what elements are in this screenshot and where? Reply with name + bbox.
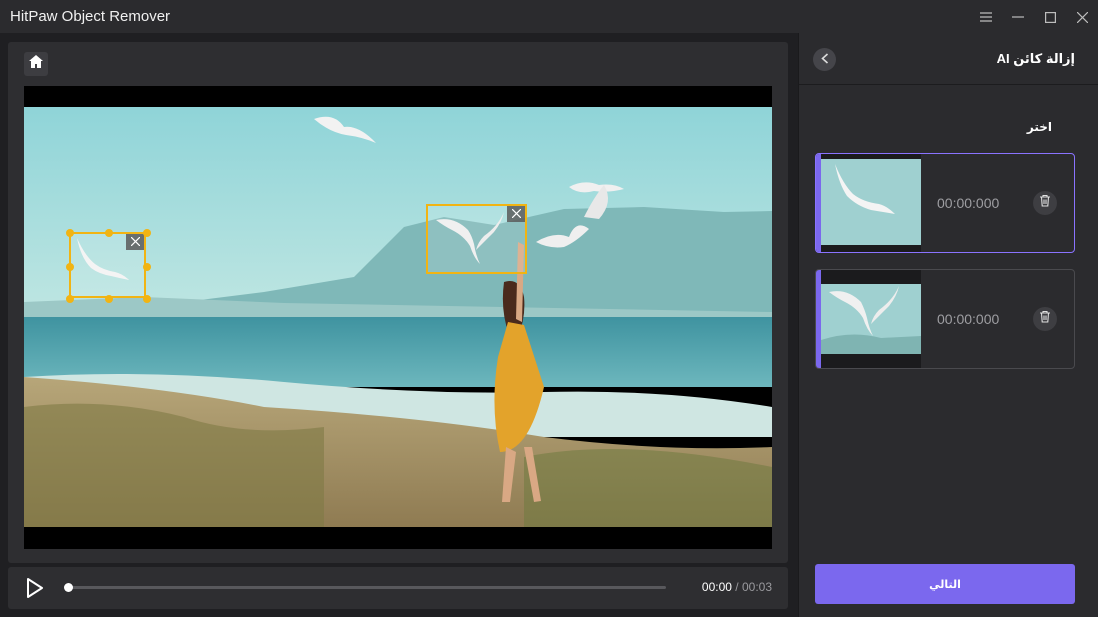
title-bar: HitPaw Object Remover — [0, 0, 1098, 33]
panel-header: إزالة كائن AI — [799, 33, 1098, 85]
duration: 00:03 — [741, 580, 772, 594]
current-time: 00:00 — [701, 580, 732, 594]
play-button[interactable] — [26, 578, 46, 598]
panel-title: إزالة كائن AI — [996, 51, 1075, 66]
resize-handle[interactable] — [66, 263, 74, 271]
progress-track[interactable] — [68, 586, 666, 589]
delete-button[interactable] — [1033, 191, 1057, 215]
item-timecode: 00:00:000 — [937, 311, 1000, 327]
play-icon — [26, 578, 44, 602]
resize-handle[interactable] — [143, 229, 151, 237]
object-item-2[interactable]: 00:00:000 — [815, 269, 1075, 369]
resize-handle[interactable] — [105, 295, 113, 303]
home-icon — [29, 55, 43, 73]
minimize-icon[interactable] — [1007, 6, 1029, 28]
next-button[interactable]: التالي — [815, 564, 1075, 604]
resize-handle[interactable] — [143, 263, 151, 271]
object-thumbnail — [821, 154, 921, 252]
playback-bar: 00:00 / 00:03 — [8, 567, 788, 609]
maximize-icon[interactable] — [1039, 6, 1061, 28]
object-item-1[interactable]: 00:00:000 — [815, 153, 1075, 253]
resize-handle[interactable] — [105, 229, 113, 237]
resize-handle[interactable] — [143, 295, 151, 303]
progress-handle[interactable] — [64, 583, 73, 592]
selection-box-2[interactable] — [426, 204, 527, 274]
close-icon[interactable] — [1071, 6, 1093, 28]
select-label: اختر — [1026, 120, 1052, 134]
trash-icon — [1039, 310, 1051, 328]
seagull-image — [77, 238, 129, 280]
chevron-left-icon — [820, 51, 829, 69]
trash-icon — [1039, 194, 1051, 212]
selection-box-1[interactable] — [66, 229, 151, 303]
time-separator: / — [735, 580, 739, 594]
menu-icon[interactable] — [975, 6, 997, 28]
resize-handle[interactable] — [66, 295, 74, 303]
time-display: 00:00 / 00:03 — [702, 580, 772, 594]
back-button[interactable] — [813, 48, 836, 71]
seagull-image — [436, 212, 504, 264]
resize-handle[interactable] — [66, 229, 74, 237]
app-title: HitPaw Object Remover — [10, 8, 171, 25]
home-button[interactable] — [24, 52, 48, 76]
object-thumbnail — [821, 270, 921, 368]
video-scene — [24, 107, 772, 527]
right-panel: إزالة كائن AI اختر 00:00:000 00:00:000 ا… — [798, 33, 1098, 617]
editor-panel — [8, 42, 788, 563]
video-preview[interactable] — [24, 86, 772, 549]
item-timecode: 00:00:000 — [937, 195, 1000, 211]
delete-button[interactable] — [1033, 307, 1057, 331]
